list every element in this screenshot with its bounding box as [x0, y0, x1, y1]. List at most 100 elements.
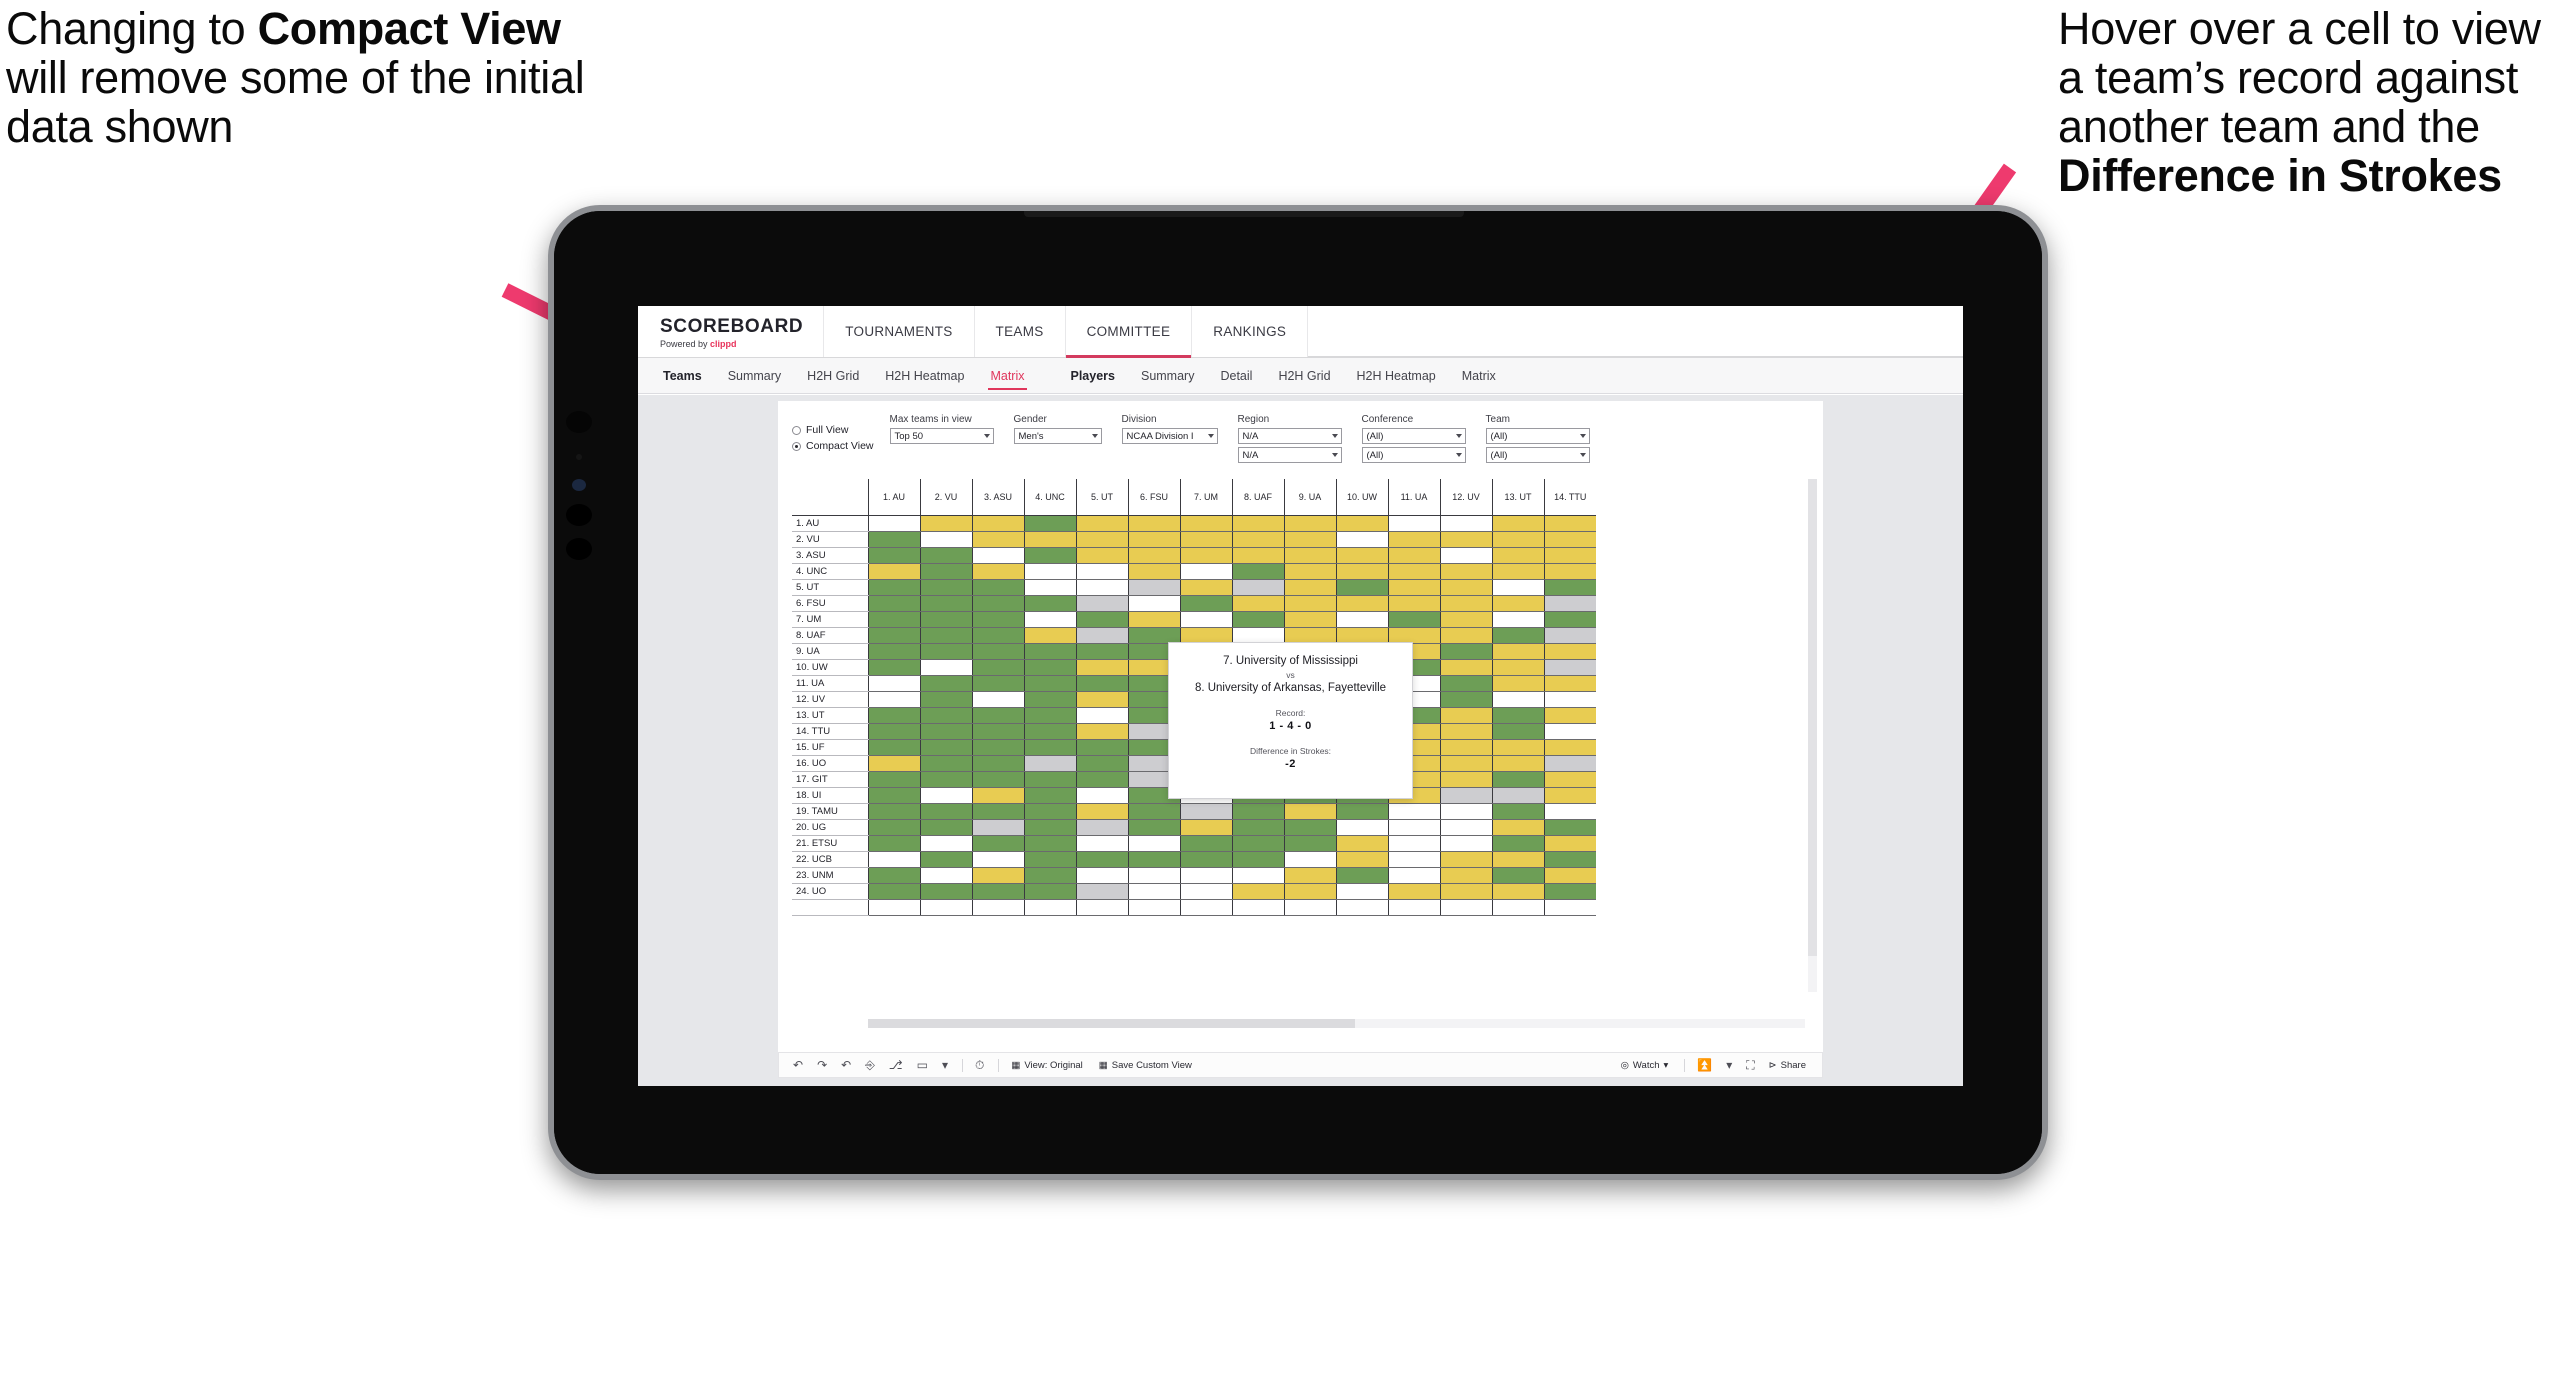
- matrix-row-header[interactable]: 4. UNC: [792, 563, 868, 580]
- matrix-cell[interactable]: [1179, 547, 1232, 564]
- matrix-cell[interactable]: [1387, 531, 1440, 548]
- matrix-cell[interactable]: [1283, 627, 1336, 644]
- matrix-cell[interactable]: [1335, 851, 1388, 868]
- matrix-cell[interactable]: [1439, 515, 1492, 532]
- matrix-cell[interactable]: [1075, 643, 1128, 660]
- matrix-cell[interactable]: [1387, 515, 1440, 532]
- matrix-cell[interactable]: [919, 643, 972, 660]
- matrix-cell[interactable]: [1127, 547, 1180, 564]
- filter-region-select-1[interactable]: N/A: [1237, 428, 1342, 444]
- matrix-cell[interactable]: [1439, 531, 1492, 548]
- matrix-row-header[interactable]: 14. TTU: [792, 723, 868, 740]
- matrix-cell[interactable]: [1283, 531, 1336, 548]
- matrix-cell[interactable]: [919, 835, 972, 852]
- revert-icon[interactable]: ↶: [841, 1059, 851, 1071]
- matrix-cell[interactable]: [1075, 723, 1128, 740]
- matrix-cell[interactable]: [1179, 579, 1232, 596]
- matrix-cell[interactable]: [971, 659, 1024, 676]
- matrix-cell[interactable]: [1335, 595, 1388, 612]
- matrix-cell[interactable]: [1075, 659, 1128, 676]
- matrix-cell[interactable]: [919, 579, 972, 596]
- nav-tab-committee[interactable]: COMMITTEE: [1065, 306, 1193, 358]
- volume-down-button[interactable]: [566, 538, 592, 560]
- matrix-cell[interactable]: [1023, 515, 1076, 532]
- pause-auto-update-icon[interactable]: ⎇: [889, 1059, 903, 1071]
- matrix-row-header[interactable]: 19. TAMU: [792, 803, 868, 820]
- matrix-cell[interactable]: [867, 771, 920, 788]
- matrix-cell[interactable]: [1335, 883, 1388, 900]
- matrix-cell[interactable]: [1231, 883, 1284, 900]
- nav-tab-tournaments[interactable]: TOURNAMENTS: [824, 306, 975, 357]
- matrix-cell[interactable]: [1023, 755, 1076, 772]
- matrix-cell[interactable]: [1283, 547, 1336, 564]
- matrix-row-header[interactable]: 2. VU: [792, 531, 868, 548]
- matrix-cell[interactable]: [1283, 835, 1336, 852]
- matrix-cell[interactable]: [971, 723, 1024, 740]
- matrix-cell[interactable]: [1491, 595, 1544, 612]
- matrix-cell[interactable]: [1439, 739, 1492, 756]
- table-row[interactable]: 2. VU: [792, 531, 1596, 548]
- matrix-cell[interactable]: [971, 691, 1024, 708]
- matrix-cell[interactable]: [1491, 611, 1544, 628]
- matrix-col-header[interactable]: 7. UM: [1179, 479, 1232, 516]
- matrix-cell[interactable]: [1387, 547, 1440, 564]
- matrix-cell[interactable]: [1127, 883, 1180, 900]
- matrix-cell[interactable]: [1075, 803, 1128, 820]
- matrix-cell[interactable]: [1127, 515, 1180, 532]
- matrix-cell[interactable]: [971, 515, 1024, 532]
- matrix-cell[interactable]: [1075, 675, 1128, 692]
- matrix-cell[interactable]: [971, 851, 1024, 868]
- matrix-cell[interactable]: [867, 755, 920, 772]
- matrix-col-header[interactable]: 2. VU: [919, 479, 972, 516]
- matrix-cell[interactable]: [1075, 771, 1128, 788]
- matrix-cell[interactable]: [1387, 595, 1440, 612]
- subtab-summary-b[interactable]: Summary: [1128, 358, 1207, 394]
- fullscreen-icon[interactable]: ⛶: [1746, 1059, 1754, 1071]
- matrix-cell[interactable]: [867, 579, 920, 596]
- table-row[interactable]: 1. AU: [792, 515, 1596, 532]
- matrix-cell[interactable]: [1023, 627, 1076, 644]
- matrix-cell[interactable]: [1179, 611, 1232, 628]
- matrix-cell[interactable]: [1023, 723, 1076, 740]
- subtab-matrix-b[interactable]: Matrix: [1449, 358, 1509, 394]
- matrix-row-header[interactable]: 1. AU: [792, 515, 868, 532]
- matrix-cell[interactable]: [1023, 819, 1076, 836]
- matrix-cell[interactable]: [1179, 595, 1232, 612]
- matrix-cell[interactable]: [1335, 563, 1388, 580]
- matrix-cell[interactable]: [1127, 851, 1180, 868]
- matrix-col-header[interactable]: 3. ASU: [971, 479, 1024, 516]
- matrix-cell[interactable]: [971, 707, 1024, 724]
- matrix-cell[interactable]: [919, 867, 972, 884]
- matrix-cell[interactable]: [1543, 755, 1596, 772]
- matrix-cell[interactable]: [1179, 883, 1232, 900]
- matrix-cell[interactable]: [971, 739, 1024, 756]
- matrix-cell[interactable]: [867, 835, 920, 852]
- matrix-cell[interactable]: [1387, 819, 1440, 836]
- matrix-cell[interactable]: [1491, 819, 1544, 836]
- matrix-cell[interactable]: [1335, 803, 1388, 820]
- matrix-cell[interactable]: [1491, 707, 1544, 724]
- matrix-cell[interactable]: [1543, 723, 1596, 740]
- matrix-cell[interactable]: [1231, 595, 1284, 612]
- matrix-cell[interactable]: [867, 547, 920, 564]
- matrix-cell[interactable]: [1543, 787, 1596, 804]
- matrix-row-header[interactable]: 18. UI: [792, 787, 868, 804]
- undo-icon[interactable]: ↶: [793, 1059, 803, 1071]
- matrix-cell[interactable]: [1127, 579, 1180, 596]
- matrix-cell[interactable]: [971, 819, 1024, 836]
- matrix-cell[interactable]: [1023, 547, 1076, 564]
- matrix-cell[interactable]: [867, 611, 920, 628]
- matrix-cell[interactable]: [1439, 547, 1492, 564]
- matrix-cell[interactable]: [1075, 595, 1128, 612]
- matrix-cell[interactable]: [919, 851, 972, 868]
- matrix-cell[interactable]: [1023, 531, 1076, 548]
- matrix-cell[interactable]: [1439, 579, 1492, 596]
- matrix-cell[interactable]: [971, 643, 1024, 660]
- matrix-row-header[interactable]: 6. FSU: [792, 595, 868, 612]
- matrix-cell[interactable]: [1543, 739, 1596, 756]
- matrix-cell[interactable]: [1491, 883, 1544, 900]
- matrix-cell[interactable]: [1439, 611, 1492, 628]
- table-row[interactable]: 24. UO: [792, 883, 1596, 900]
- matrix-cell[interactable]: [1335, 515, 1388, 532]
- matrix-cell[interactable]: [1023, 691, 1076, 708]
